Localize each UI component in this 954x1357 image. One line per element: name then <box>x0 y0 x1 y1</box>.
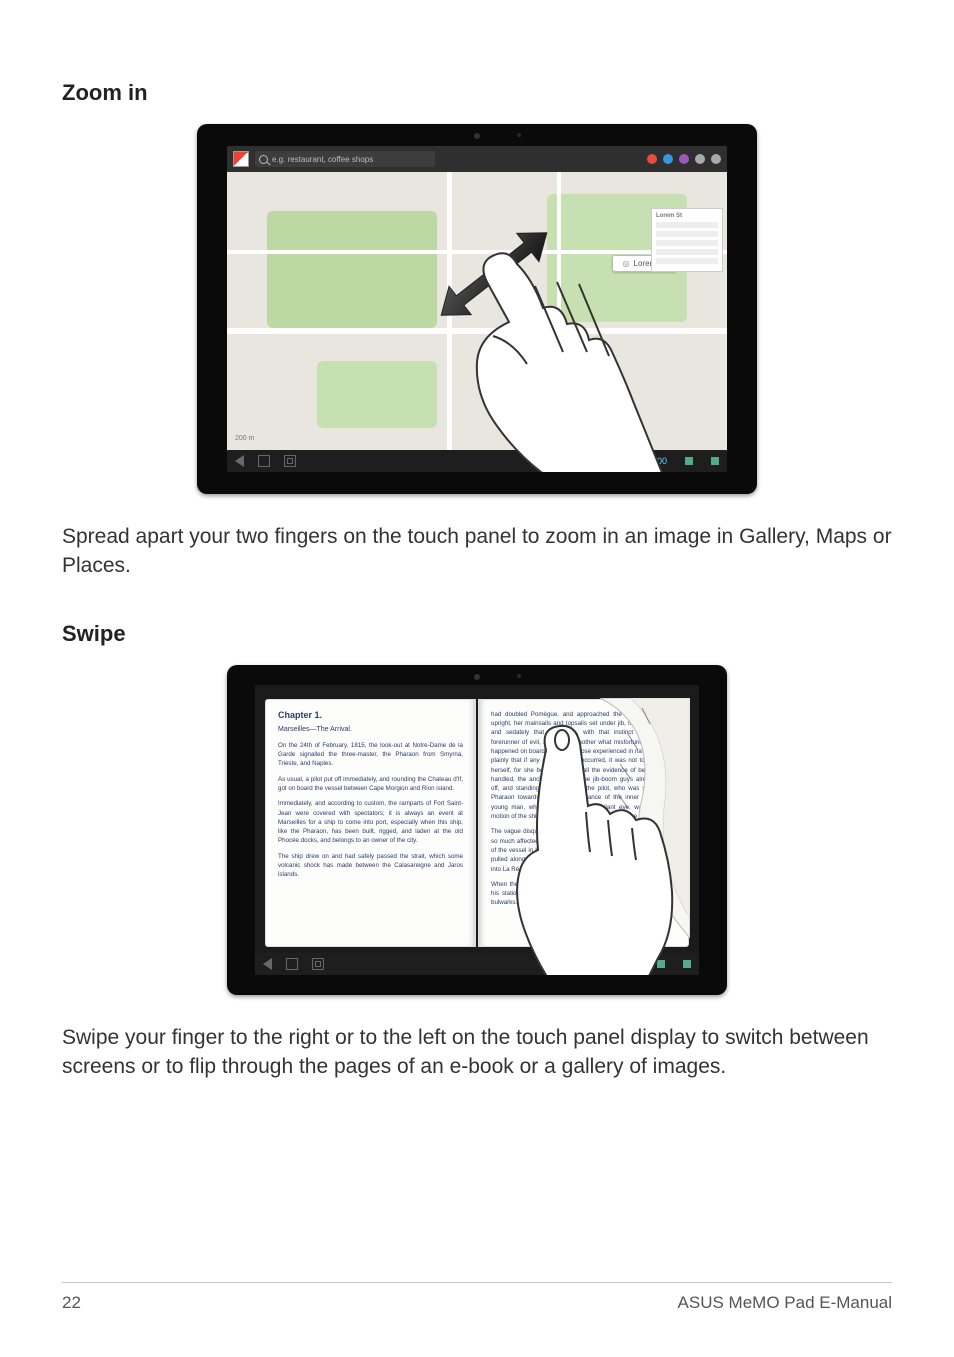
sensor-dot <box>517 133 521 137</box>
toolbar-dot-icon[interactable] <box>695 154 705 164</box>
ebook-reader-view[interactable]: Chapter 1. Marseilles—The Arrival. On th… <box>255 685 699 953</box>
system-nav-bar: 12:00 <box>227 450 727 472</box>
paragraph: When the young man on board saw this per… <box>491 880 676 908</box>
map-scale-label: 200 m <box>235 435 254 442</box>
battery-icon <box>683 960 691 968</box>
tablet-mockup-ebook: Chapter 1. Marseilles—The Arrival. On th… <box>227 665 727 995</box>
manual-title: ASUS MeMO Pad E-Manual <box>678 1293 892 1313</box>
system-nav-bar <box>255 953 699 975</box>
tablet-mockup-map: e.g. restaurant, coffee shops ◎Lorem St <box>197 124 757 494</box>
toolbar-dot-icon[interactable] <box>663 154 673 164</box>
paragraph: Immediately, and according to custom, th… <box>278 799 463 845</box>
toolbar-dot-icon[interactable] <box>679 154 689 164</box>
recents-icon[interactable] <box>284 455 296 467</box>
paragraph: had doubled Pomègue, and approached the … <box>491 710 676 822</box>
tablet-screen: e.g. restaurant, coffee shops ◎Lorem St <box>227 146 727 472</box>
search-placeholder: e.g. restaurant, coffee shops <box>272 155 373 164</box>
toolbar-dot-icon[interactable] <box>647 154 657 164</box>
camera-dot <box>474 674 480 680</box>
battery-icon <box>711 457 719 465</box>
status-clock: 12:00 <box>644 456 667 466</box>
chapter-title: Chapter 1. <box>278 710 463 720</box>
sidepanel-title: Lorem St <box>656 213 718 219</box>
home-icon[interactable] <box>286 958 298 970</box>
sensor-dot <box>517 674 521 678</box>
wifi-icon <box>657 960 665 968</box>
wifi-icon <box>685 457 693 465</box>
recents-icon[interactable] <box>312 958 324 970</box>
map-side-panel[interactable]: Lorem St <box>651 208 723 272</box>
chapter-subtitle: Marseilles—The Arrival. <box>278 726 463 733</box>
paragraph: On the 24th of February, 1815, the look-… <box>278 741 463 769</box>
paragraph: The vague disquietude which prevailed am… <box>491 827 676 873</box>
back-icon[interactable] <box>235 455 244 467</box>
map-canvas[interactable]: ◎Lorem St Lorem St 200 m <box>227 172 727 450</box>
zoom-figure: e.g. restaurant, coffee shops ◎Lorem St <box>62 124 892 494</box>
zoom-description: Spread apart your two fingers on the tou… <box>62 522 892 581</box>
map-toolbar: e.g. restaurant, coffee shops <box>227 146 727 172</box>
tablet-screen: Chapter 1. Marseilles—The Arrival. On th… <box>255 685 699 975</box>
swipe-figure: Chapter 1. Marseilles—The Arrival. On th… <box>62 665 892 995</box>
page-number: 22 <box>62 1293 81 1313</box>
map-search-field[interactable]: e.g. restaurant, coffee shops <box>255 151 435 167</box>
search-icon <box>259 155 268 164</box>
swipe-description: Swipe your finger to the right or to the… <box>62 1023 892 1082</box>
ebook-left-page: Chapter 1. Marseilles—The Arrival. On th… <box>265 699 476 947</box>
back-icon[interactable] <box>263 958 272 970</box>
toolbar-overflow-icon[interactable] <box>711 154 721 164</box>
maps-app-icon[interactable] <box>233 151 249 167</box>
paragraph: As usual, a pilot put off immediately, a… <box>278 775 463 794</box>
page-footer: 22 ASUS MeMO Pad E-Manual <box>62 1282 892 1313</box>
zoom-in-heading: Zoom in <box>62 80 892 106</box>
swipe-heading: Swipe <box>62 621 892 647</box>
document-page: Zoom in e.g. restaurant, coffee shops <box>0 0 954 1357</box>
paragraph: The ship drew on and had safely passed t… <box>278 852 463 880</box>
home-icon[interactable] <box>258 455 270 467</box>
ebook-right-page: had doubled Pomègue, and approached the … <box>478 699 689 947</box>
camera-dot <box>474 133 480 139</box>
